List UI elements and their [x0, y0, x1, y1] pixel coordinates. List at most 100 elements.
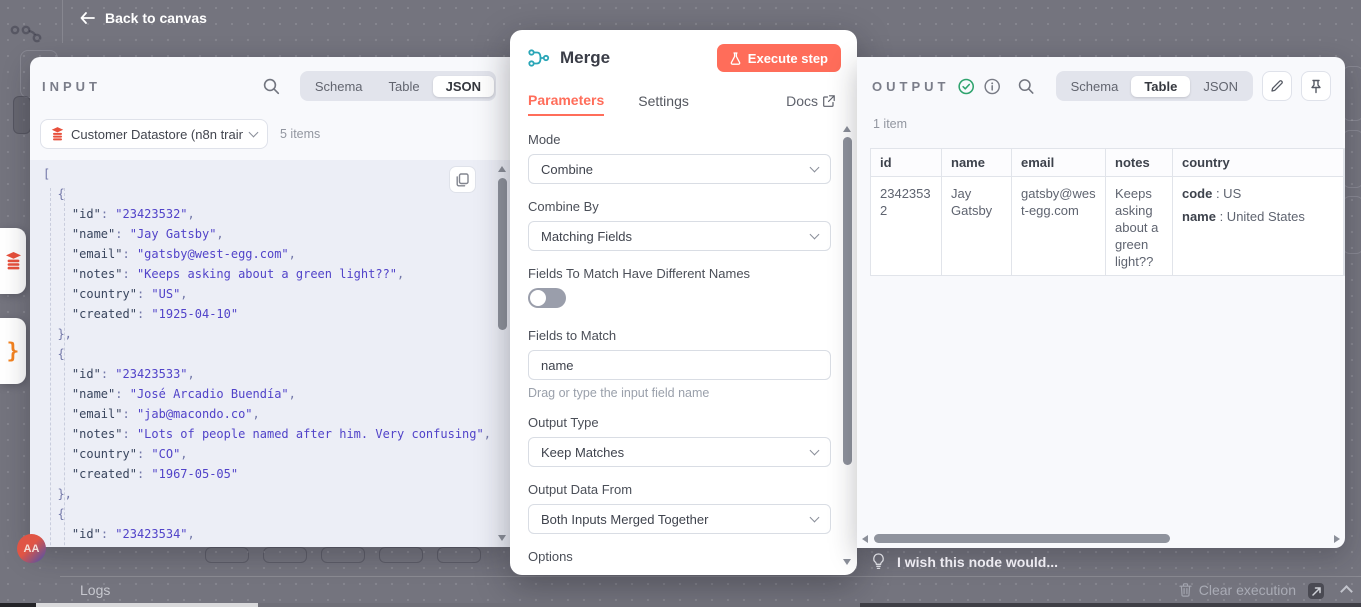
input-source-label: Customer Datastore (n8n train	[71, 127, 243, 142]
combine-by-select[interactable]: Matching Fields	[528, 221, 831, 251]
column-header-id: id	[871, 149, 942, 176]
wish-bar-label: I wish this node would...	[897, 554, 1058, 570]
merge-node-icon	[528, 48, 550, 68]
input-tab-json[interactable]: JSON	[433, 76, 494, 97]
execute-step-label: Execute step	[748, 51, 828, 66]
output-data-from-select[interactable]: Both Inputs Merged Together	[528, 504, 831, 534]
workflow-nodes-icon	[10, 16, 46, 50]
footer-divider	[60, 576, 1361, 577]
merge-node-dialog: Merge Execute step Parameters Settings D…	[510, 30, 857, 575]
chevron-down-icon	[249, 127, 259, 137]
input-json-view: [ { "id": "23423532", "name": "Jay Gatsb…	[30, 160, 510, 547]
mode-value: Combine	[541, 162, 593, 177]
logs-label[interactable]: Logs	[80, 582, 110, 598]
output-tab-table[interactable]: Table	[1131, 76, 1190, 97]
execute-step-button[interactable]: Execute step	[717, 44, 841, 72]
output-table: idnameemailnotescountry 23423532Jay Gats…	[870, 148, 1345, 276]
ghost-button	[205, 547, 249, 563]
input-search-icon[interactable]	[263, 78, 280, 95]
input-tab-table[interactable]: Table	[376, 76, 433, 97]
ghost-button	[379, 547, 423, 563]
tab-parameters[interactable]: Parameters	[528, 86, 604, 116]
output-table-row[interactable]: 23423532Jay Gatsbygatsby@west-egg.comKee…	[871, 176, 1344, 275]
input-source-dropdown[interactable]: Customer Datastore (n8n train	[40, 119, 268, 149]
fields-to-match-input[interactable]	[528, 350, 831, 380]
fields-to-match-hint: Drag or type the input field name	[528, 386, 831, 400]
column-header-country: country	[1173, 149, 1344, 176]
output-tab-json[interactable]: JSON	[1190, 76, 1251, 97]
avatar[interactable]: AA	[17, 534, 46, 563]
tab-settings[interactable]: Settings	[638, 86, 689, 116]
popout-icon[interactable]	[1308, 583, 1324, 599]
combine-by-value: Matching Fields	[541, 229, 632, 244]
clear-execution-button[interactable]: Clear execution	[1179, 582, 1296, 598]
different-names-toggle[interactable]	[528, 288, 566, 308]
datastore-icon	[51, 127, 64, 141]
copy-icon	[456, 173, 469, 187]
success-check-icon	[958, 78, 974, 95]
output-type-label: Output Type	[528, 415, 831, 430]
lightbulb-icon	[872, 553, 885, 570]
pin-data-button[interactable]	[1301, 71, 1331, 101]
taskbar-segment	[0, 603, 36, 607]
table-cell: Keeps asking about a green light??	[1106, 176, 1173, 275]
output-items-count: 1 item	[873, 117, 907, 131]
input-items-count: 5 items	[280, 127, 320, 141]
pencil-icon	[1270, 79, 1284, 93]
mode-label: Mode	[528, 132, 831, 147]
input-tab-schema[interactable]: Schema	[302, 76, 376, 97]
input-vertical-scrollbar[interactable]	[497, 162, 508, 545]
datastore-icon	[5, 252, 22, 270]
trash-icon	[1179, 583, 1192, 597]
table-cell: 23423532	[871, 176, 942, 275]
output-data-from-label: Output Data From	[528, 482, 831, 497]
table-cell: Jay Gatsby	[942, 176, 1012, 275]
docs-label: Docs	[786, 93, 818, 109]
clear-execution-label: Clear execution	[1199, 582, 1296, 598]
chevron-down-icon	[810, 162, 820, 172]
ghost-button	[263, 547, 307, 563]
different-names-label: Fields To Match Have Different Names	[528, 266, 831, 281]
back-to-canvas-label: Back to canvas	[105, 10, 207, 26]
input-panel-title: INPUT	[42, 79, 101, 94]
output-tab-schema[interactable]: Schema	[1058, 76, 1132, 97]
column-header-notes: notes	[1106, 149, 1173, 176]
output-search-icon[interactable]	[1018, 78, 1034, 95]
edit-output-button[interactable]	[1262, 71, 1292, 101]
output-horizontal-scrollbar[interactable]	[860, 533, 1342, 544]
output-type-select[interactable]: Keep Matches	[528, 437, 831, 467]
taskbar-segment	[258, 603, 860, 607]
sidebar-edge-line	[62, 0, 63, 43]
combine-by-label: Combine By	[528, 199, 831, 214]
output-data-from-value: Both Inputs Merged Together	[541, 512, 708, 527]
input-panel: INPUT Schema Table JSON Customer Datasto…	[30, 57, 510, 547]
taskbar-segment	[36, 603, 258, 607]
output-display-mode-tabs: Schema Table JSON	[1056, 71, 1253, 101]
back-arrow-icon	[80, 12, 95, 24]
node-title: Merge	[560, 48, 717, 68]
dialog-vertical-scrollbar[interactable]	[842, 124, 853, 567]
brace-icon: }	[7, 339, 20, 363]
external-link-icon	[823, 95, 835, 107]
json-code[interactable]: [ { "id": "23423532", "name": "Jay Gatsb…	[43, 164, 490, 544]
back-to-canvas-button[interactable]: Back to canvas	[80, 10, 207, 26]
input-display-mode-tabs: Schema Table JSON	[300, 71, 496, 101]
options-section-label: Options	[528, 549, 831, 564]
input-source-code-tab[interactable]: }	[0, 318, 26, 384]
copy-json-button[interactable]	[449, 166, 476, 193]
input-source-datastore-tab[interactable]	[0, 228, 26, 294]
docs-link[interactable]: Docs	[786, 93, 835, 109]
taskbar-segment	[860, 603, 1361, 607]
mode-select[interactable]: Combine	[528, 154, 831, 184]
chevron-down-icon	[810, 445, 820, 455]
output-panel: OUTPUT Schema Table JSON 1 item idnameem…	[857, 57, 1345, 548]
info-icon[interactable]	[984, 78, 1000, 95]
flask-icon	[730, 52, 741, 65]
column-header-name: name	[942, 149, 1012, 176]
ghost-node	[13, 96, 31, 134]
column-header-email: email	[1012, 149, 1106, 176]
fields-to-match-label: Fields to Match	[528, 328, 831, 343]
pin-icon	[1309, 79, 1323, 94]
output-type-value: Keep Matches	[541, 445, 624, 460]
wish-bar[interactable]: I wish this node would...	[872, 553, 1058, 570]
